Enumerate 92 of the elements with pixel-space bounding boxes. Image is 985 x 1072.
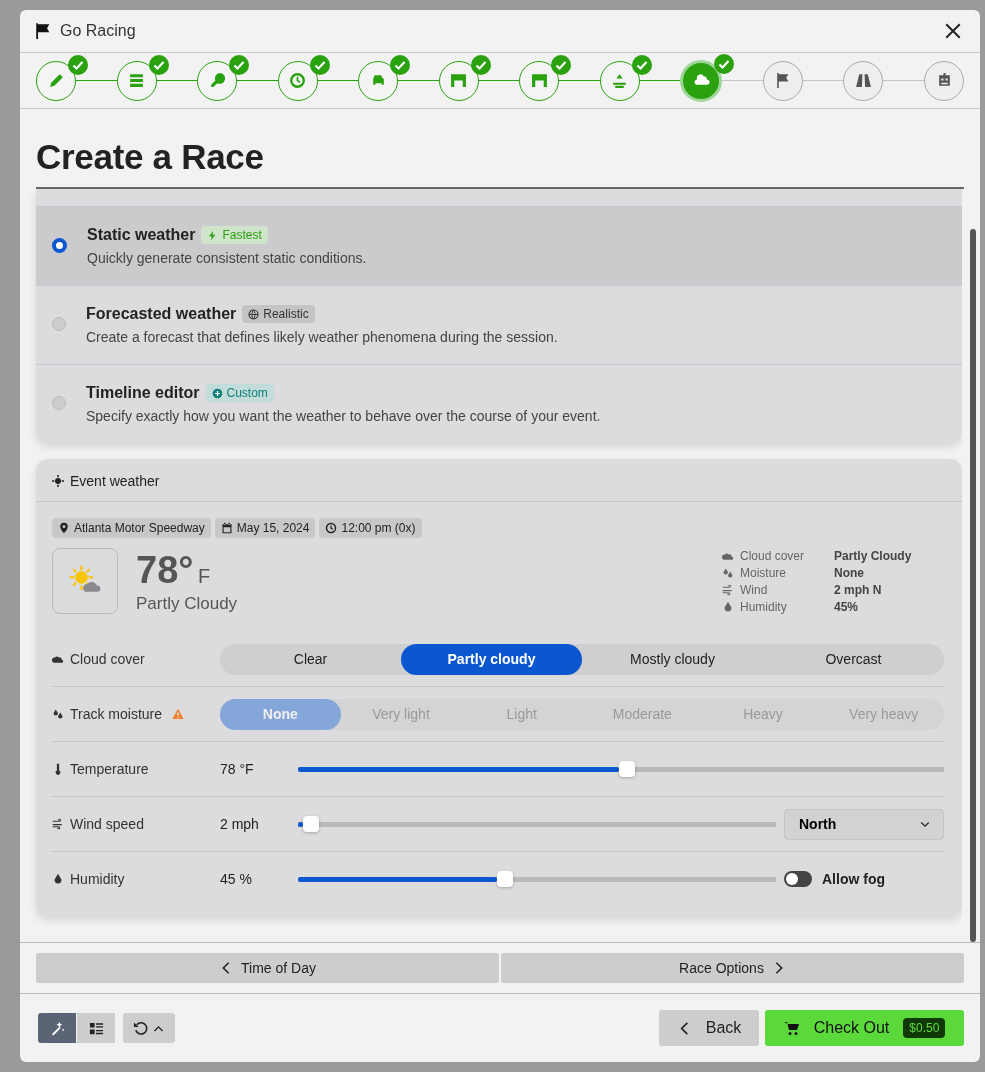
option-description: Create a forecast that defines likely weather phenomena during the session. <box>86 329 558 345</box>
back-button[interactable]: Back <box>659 1010 759 1046</box>
fact-value: 45% <box>834 599 859 614</box>
scrollbar[interactable] <box>970 229 976 942</box>
option-title: Timeline editor <box>86 384 200 402</box>
badge-label: Custom <box>226 386 268 400</box>
calendar-icon <box>220 522 233 534</box>
close-icon <box>944 22 962 40</box>
section-title: Event weather <box>70 473 160 489</box>
weather-mode-option[interactable]: Forecasted weather Realistic Create a forecast that defines likely weather phenomena during the session. <box>36 285 962 364</box>
list-icon <box>88 1020 104 1036</box>
key-icon <box>208 72 226 89</box>
radio-button[interactable] <box>52 238 67 253</box>
fact-label: Cloud cover <box>740 548 806 563</box>
step-button[interactable] <box>197 60 238 101</box>
view-mode-button[interactable] <box>77 1013 115 1043</box>
magic-wand-icon <box>49 1020 65 1036</box>
previous-button[interactable]: Time of Day <box>36 953 499 983</box>
undo-button[interactable] <box>123 1013 175 1043</box>
price-badge: $0.50 <box>903 1018 946 1038</box>
step-button[interactable] <box>924 60 964 101</box>
clock-icon <box>289 72 307 89</box>
globe-icon <box>248 308 260 320</box>
checkout-button[interactable]: Check Out $0.50 <box>765 1010 964 1046</box>
gate-icon <box>530 72 548 89</box>
fact-label: Moisture <box>740 565 787 580</box>
setting-label: Temperature <box>70 761 149 777</box>
radio-button[interactable] <box>52 396 66 410</box>
badge-label: Fastest <box>222 228 262 242</box>
chip-label: 12:00 pm (0x) <box>341 521 416 535</box>
weather-mode-option[interactable]: Static weather Fastest Quickly generate consistent static conditions. <box>36 206 962 285</box>
slider-thumb[interactable] <box>302 816 319 832</box>
chip-label: Atlanta Motor Speedway <box>74 521 205 535</box>
pencil-icon <box>47 72 65 89</box>
slider-reading: 2 mph <box>220 816 260 832</box>
step-button[interactable] <box>36 60 76 101</box>
road-icon <box>854 72 872 89</box>
flag-icon <box>34 22 52 40</box>
toggle-label: Allow fog <box>822 871 885 887</box>
step-button[interactable] <box>358 60 399 101</box>
window-title: Go Racing <box>60 22 137 40</box>
segment-button[interactable]: Clear <box>220 643 401 675</box>
location-pin-icon <box>58 522 70 534</box>
setting-label: Cloud cover <box>70 651 145 667</box>
slider-thumb[interactable] <box>496 871 513 887</box>
setting-label: Humidity <box>70 871 125 887</box>
clock-icon <box>325 522 338 534</box>
option-title: Static weather <box>87 226 196 244</box>
badge-label: Realistic <box>263 307 309 321</box>
slider-thumb[interactable] <box>619 761 636 777</box>
gate-icon <box>450 72 468 89</box>
direction-dropdown[interactable]: North <box>784 808 944 840</box>
step-button[interactable] <box>277 60 318 101</box>
fact-label: Wind <box>740 582 769 597</box>
step-button[interactable] <box>519 60 560 101</box>
option-title: Forecasted weather <box>86 305 237 323</box>
cart-icon <box>783 1020 800 1036</box>
step-button[interactable] <box>438 60 479 101</box>
slider-reading: 45 % <box>220 871 253 887</box>
radio-button[interactable] <box>52 317 66 331</box>
step-button[interactable] <box>599 60 640 101</box>
toggle-switch[interactable] <box>784 871 812 887</box>
temperature-unit: F <box>197 564 211 587</box>
segment-button[interactable]: Partly cloudy <box>401 643 582 675</box>
step-button[interactable] <box>680 59 723 102</box>
temperature-value: 78° <box>136 548 194 591</box>
fact-value: Partly Cloudy <box>834 548 912 563</box>
option-description: Quickly generate consistent static conditions. <box>87 250 367 266</box>
segment-button[interactable]: Overcast <box>763 643 944 675</box>
undo-icon <box>133 1020 148 1036</box>
setting-label: Wind speed <box>70 816 144 832</box>
plus-icon <box>211 387 223 399</box>
fact-label: Humidity <box>740 599 788 614</box>
drop-icon <box>722 600 734 613</box>
drops-icon <box>722 566 734 579</box>
segment-button[interactable]: Mostly cloudy <box>582 643 763 675</box>
step-button[interactable] <box>116 60 157 101</box>
condition-label: Partly Cloudy <box>136 593 239 614</box>
setting-label: Track moisture <box>70 706 163 722</box>
fact-value: None <box>834 565 864 580</box>
weather-mode-option[interactable]: Timeline editor Custom Specify exactly how you want the weather to behave over the course of your event. <box>36 364 962 443</box>
chip-label: May 15, 2024 <box>236 521 310 535</box>
list-icon <box>128 72 146 89</box>
option-description: Specify exactly how you want the weather to behave over the course of your event. <box>86 408 601 424</box>
slider-reading: 78 °F <box>220 761 255 777</box>
view-mode-button[interactable] <box>38 1013 76 1043</box>
fact-value: 2 mph N <box>834 582 882 597</box>
drop-icon <box>52 873 64 885</box>
wind-icon <box>722 583 734 596</box>
next-button[interactable]: Race Options <box>501 953 964 983</box>
wind-icon <box>52 818 64 830</box>
drops-icon <box>52 708 64 720</box>
